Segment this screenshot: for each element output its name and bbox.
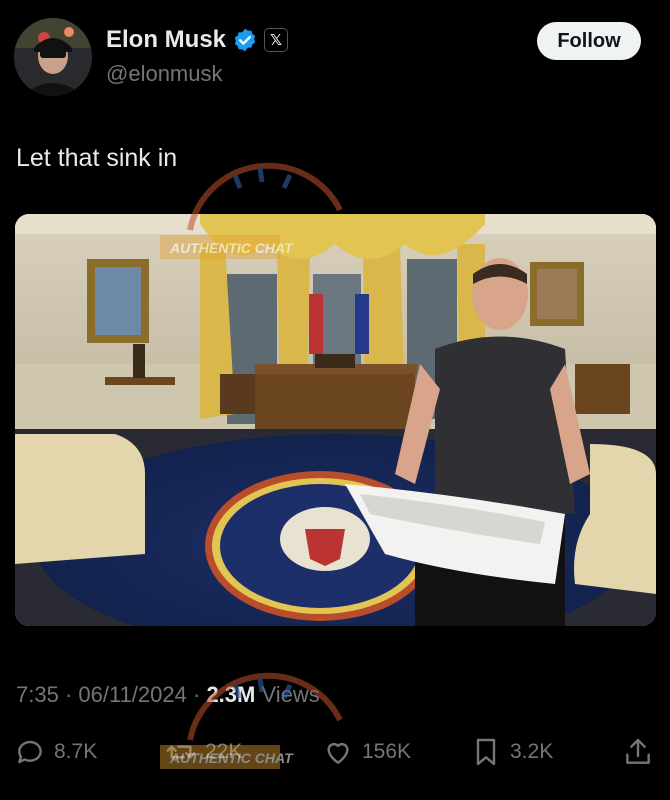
repost-icon — [166, 745, 196, 759]
share-button[interactable] — [622, 730, 654, 774]
follow-button[interactable]: Follow — [537, 22, 641, 60]
bookmark-icon — [476, 738, 496, 766]
author-avatar[interactable] — [14, 18, 92, 96]
tweet-date[interactable]: 06/11/2024 — [78, 682, 186, 707]
bookmark-button[interactable]: 3.2K — [470, 730, 553, 774]
tweet-media-image[interactable] — [15, 214, 656, 626]
tweet-text: Let that sink in — [16, 144, 178, 172]
tweet-meta: 7:35 · 06/11/2024 · 2.3M Views — [16, 682, 320, 708]
like-count: 156K — [362, 740, 412, 763]
repost-count: 22K — [205, 740, 243, 763]
verified-badge-icon — [234, 28, 256, 52]
repost-button[interactable]: 22K — [165, 730, 242, 774]
reply-button[interactable]: 8.7K — [14, 730, 97, 774]
reply-count: 8.7K — [54, 740, 98, 763]
author-name[interactable]: Elon Musk — [106, 26, 226, 54]
x-logo-icon: 𝕏 — [264, 28, 289, 52]
author-name-row: Elon Musk 𝕏 — [106, 26, 289, 54]
watermark-logo-icon: AUTHENTIC CHAT — [160, 672, 343, 769]
views-label: Views — [255, 682, 320, 707]
tweet-time[interactable]: 7:35 — [16, 682, 59, 707]
meta-separator: · — [186, 682, 207, 707]
bookmark-count: 3.2K — [510, 740, 554, 763]
author-handle[interactable]: @elonmusk — [106, 61, 223, 87]
share-icon — [626, 738, 650, 764]
reply-icon — [18, 740, 42, 764]
meta-separator: · — [58, 682, 79, 707]
heart-icon — [327, 743, 349, 764]
views-count: 2.3M — [206, 682, 256, 707]
tweet-actions-bar: 8.7K 22K 156K 3.2K — [0, 730, 670, 774]
like-button[interactable]: 156K — [322, 730, 411, 774]
